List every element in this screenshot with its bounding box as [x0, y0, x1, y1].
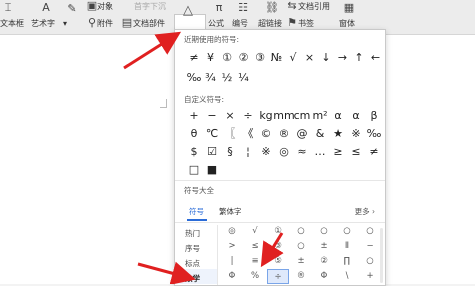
all-symbol-cell[interactable]: ② [313, 254, 335, 269]
all-symbol-cell[interactable]: √ [244, 224, 266, 239]
margin-marker [160, 99, 167, 108]
all-symbol-cell[interactable]: | [221, 254, 243, 269]
recent-symbols-title: 近期使用的符号: [184, 35, 240, 44]
divider [175, 180, 385, 181]
all-symbol-cell[interactable]: % [244, 269, 266, 284]
art-text-icon: A [42, 1, 50, 14]
all-symbol-cell[interactable]: ○ [290, 239, 312, 254]
all-symbols-tabs: 符号 繁体字 [175, 202, 385, 220]
custom-symbol-cell[interactable]: ≠ [363, 142, 385, 162]
more-label: 更多 [354, 207, 370, 216]
category-serial[interactable]: 序号 [185, 243, 200, 254]
symbol-dropdown-panel: 近期使用的符号: ≠ ¥ ① ② ③ № √ × ↓ → ↑ ← ‰ ¾ ½ ¼ 自定义符号: + − × ÷ kg m… [174, 29, 386, 286]
category-hot[interactable]: 热门 [185, 228, 200, 239]
recent-symbol-cell[interactable]: ¼ [233, 68, 255, 88]
all-symbol-cell[interactable]: ○ [313, 224, 335, 239]
tab-symbols[interactable]: 符号 [189, 206, 204, 217]
doc-parts-icon: ▤ [121, 16, 133, 29]
all-symbol-cell[interactable]: + [359, 269, 381, 284]
custom-symbols-title: 自定义符号: [184, 95, 225, 104]
recent-symbol-cell[interactable]: ← [365, 48, 386, 68]
art-text-button[interactable]: 艺术字 [31, 19, 55, 29]
object-button[interactable]: 对象 [97, 2, 113, 12]
all-symbol-cell[interactable]: ○ [359, 254, 381, 269]
all-symbol-cell[interactable]: ∏ [336, 254, 358, 269]
doc-parts-button[interactable]: 文档部件 [133, 19, 165, 29]
tab-traditional-chars[interactable]: 繁体字 [219, 206, 242, 217]
all-symbols-title: 符号大全 [184, 186, 214, 195]
text-box-button[interactable]: 文本框 [0, 19, 24, 29]
symbol-icon: △ [183, 3, 193, 18]
formula-icon: π [215, 1, 223, 14]
all-symbol-cell[interactable]: ○ [336, 224, 358, 239]
category-math[interactable]: 数学 [185, 273, 200, 284]
hyperlink-icon: ⛓ [265, 1, 279, 14]
scrollbar[interactable] [380, 228, 383, 283]
all-symbol-cell[interactable]: ◎ [221, 224, 243, 239]
all-symbol-cell[interactable]: Ⅱ [336, 239, 358, 254]
all-symbol-cell[interactable]: > [221, 239, 243, 254]
formula-button[interactable]: 公式 [208, 19, 224, 29]
attachment-button[interactable]: 附件 [97, 19, 113, 29]
all-symbol-cell[interactable]: ± [313, 239, 335, 254]
bookmark-button[interactable]: 书签 [298, 19, 314, 29]
all-symbol-cell[interactable]: ⑤ [267, 254, 289, 269]
chevron-right-icon: › [372, 207, 375, 216]
numbering-button[interactable]: 编号 [232, 19, 248, 29]
all-symbol-cell[interactable]: Φ [313, 269, 335, 284]
drop-cap-button[interactable]: 首字下沉 [134, 2, 166, 12]
drop-cap-icon: ✎ [67, 2, 77, 15]
active-tab-underline [187, 219, 207, 221]
form-icon: ▦ [343, 1, 355, 14]
custom-symbol-cell[interactable]: β [363, 106, 385, 126]
drop-cap-label: ▾ [63, 19, 68, 28]
all-symbol-cell[interactable]: ① [267, 224, 289, 239]
hyperlink-button[interactable]: 超链接 [258, 19, 282, 29]
category-punctuation[interactable]: 标点 [185, 258, 200, 269]
text-box-icon: ⌶ [4, 1, 12, 14]
all-symbol-cell[interactable]: ± [290, 254, 312, 269]
all-symbol-cell[interactable]: \ [336, 269, 358, 284]
all-symbol-cell[interactable]: ○ [290, 224, 312, 239]
more-symbols-link[interactable]: 更多 › [355, 206, 375, 217]
form-button[interactable]: 窗体 [339, 19, 355, 29]
custom-symbol-cell[interactable]: ‰ [363, 124, 385, 144]
all-symbol-cell[interactable]: Φ [221, 269, 243, 284]
all-symbol-cell[interactable]: ③ [267, 239, 289, 254]
cross-ref-icon: ⇆ [287, 0, 297, 12]
bookmark-icon: ⚑ [287, 16, 297, 29]
custom-symbol-cell[interactable]: ■ [201, 160, 223, 180]
all-symbol-cell[interactable]: ® [290, 269, 312, 284]
all-symbol-cell[interactable]: ○ [359, 224, 381, 239]
cross-ref-button[interactable]: 文档引用 [298, 2, 330, 12]
all-symbol-cell[interactable]: ÷ [267, 269, 289, 284]
divider [175, 222, 385, 223]
all-symbol-cell[interactable]: ≡ [244, 254, 266, 269]
all-symbol-cell[interactable]: ≤ [244, 239, 266, 254]
category-list: 热门 序号 标点 数学 [175, 225, 218, 285]
numbering-icon: ☷ [238, 1, 248, 14]
all-symbol-cell[interactable]: − [359, 239, 381, 254]
